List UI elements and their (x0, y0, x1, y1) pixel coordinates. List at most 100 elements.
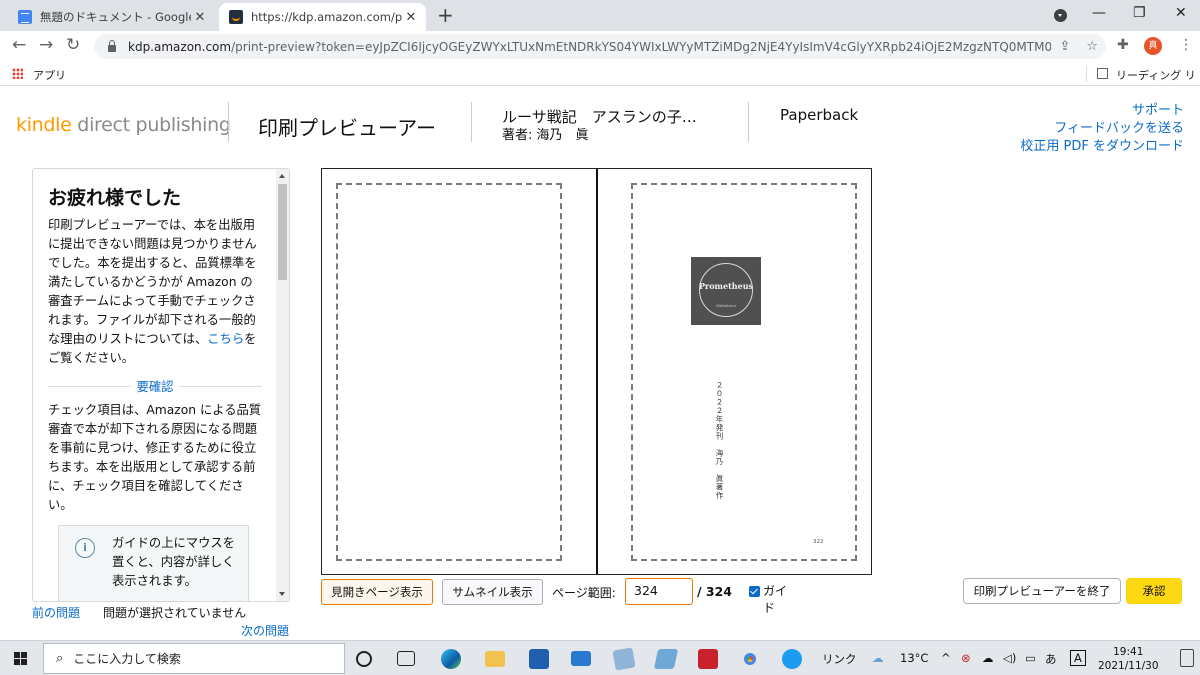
section-divider: 要確認 (48, 377, 262, 395)
guide-tip-box: i ガイドの上にマウスを置くと、内容が詳しく表示されます。 (58, 525, 249, 601)
apps-bookmark[interactable]: アプリ (33, 67, 66, 83)
search-placeholder: ここに入力して検索 (73, 652, 181, 666)
language-icon[interactable]: あ (1045, 651, 1057, 667)
reading-list-icon[interactable] (1097, 68, 1108, 79)
guide-checkbox-label[interactable]: ガイド (763, 583, 793, 617)
review-summary: 印刷プレビューアーでは、本を出版用に提出できない問題は見つかりませんでした。本を… (48, 218, 257, 365)
chrome-profile-menu-icon[interactable] (1054, 9, 1067, 22)
weather-icon[interactable]: ☁ (872, 651, 884, 665)
scrollbar-thumb[interactable] (278, 184, 287, 280)
temperature[interactable]: 13°C (900, 651, 928, 665)
kdp-header: kindle direct publishing 印刷プレビューアー ルーサ戦記… (0, 86, 1200, 168)
guide-checkbox[interactable] (749, 586, 760, 597)
chrome-icon[interactable] (740, 649, 760, 669)
apps-grid-icon[interactable] (12, 68, 23, 79)
header-links: サポート フィードバックを送る 校正用 PDF をダウンロード (1020, 102, 1184, 156)
colophon-text: ２０２２年発刊 海乃 眞著作 (715, 381, 724, 500)
right-page-guide[interactable] (631, 183, 857, 561)
show-hidden-icons-icon[interactable]: ^ (941, 651, 951, 665)
page-range-label: ページ範囲: (552, 586, 616, 600)
support-link[interactable]: サポート (1020, 102, 1184, 120)
page-gutter (596, 169, 598, 574)
left-page-guide[interactable] (336, 183, 562, 561)
tab-title: 無題のドキュメント - Google ドキュメ (40, 10, 191, 24)
page-title: 印刷プレビューアー (258, 116, 436, 140)
share-icon[interactable]: ⇪ (1059, 39, 1070, 54)
amazon-icon (229, 10, 243, 24)
chrome-menu-icon[interactable]: ⋮ (1179, 37, 1193, 53)
page-range-input[interactable]: 324 (625, 578, 693, 605)
tab-google-docs[interactable]: 無題のドキュメント - Google ドキュメ ✕ (8, 3, 215, 31)
logo-subtext: Bibliotheca (716, 304, 736, 308)
check-description: チェック項目は、Amazon による品質審査で本が却下される原因になる問題を事前… (48, 403, 262, 512)
cortana-icon[interactable] (356, 651, 372, 667)
lock-icon (108, 40, 116, 52)
sidebar-scrollbar[interactable] (276, 169, 289, 601)
minimize-icon[interactable]: — (1092, 5, 1106, 21)
extensions-icon[interactable]: ✚ (1117, 37, 1129, 53)
address-bar[interactable]: kdp.amazon.com/print-preview?token=eyJpZ… (94, 34, 1106, 59)
file-explorer-icon[interactable] (485, 651, 505, 667)
book-format: Paperback (780, 106, 859, 124)
download-proof-link[interactable]: 校正用 PDF をダウンロード (1020, 138, 1184, 156)
new-tab-button[interactable]: + (437, 4, 454, 26)
window-close-icon[interactable]: ✕ (1175, 5, 1187, 21)
app-red-icon[interactable] (698, 649, 718, 669)
issue-status: 問題が選択されていません (103, 606, 247, 620)
tab-title: https://kdp.amazon.com/print-pr (251, 10, 402, 24)
onedrive-icon[interactable]: ☁ (982, 651, 994, 665)
book-spread-preview[interactable]: Prometheus Bibliotheca ２０２２年発刊 海乃 眞著作 32… (321, 168, 872, 575)
bookmark-star-icon[interactable]: ☆ (1086, 39, 1098, 54)
bookmark-bar: アプリ リーディング リスト (0, 62, 1200, 98)
close-icon[interactable]: ✕ (191, 10, 209, 25)
volume-icon[interactable]: ◁) (1003, 651, 1016, 665)
thumbnail-view-button[interactable]: サムネイル表示 (442, 579, 543, 605)
restore-icon[interactable]: ❐ (1133, 5, 1146, 21)
feedback-link[interactable]: フィードバックを送る (1020, 120, 1184, 138)
previous-issue-link[interactable]: 前の問題 (32, 604, 80, 621)
google-docs-icon (18, 10, 32, 24)
publisher-logo: Prometheus Bibliotheca (691, 257, 761, 325)
back-icon[interactable]: ← (12, 35, 26, 55)
kdp-logo[interactable]: kindle direct publishing (16, 114, 231, 136)
info-icon: i (75, 538, 95, 558)
spread-view-button[interactable]: 見開きページ表示 (321, 579, 433, 605)
task-view-icon[interactable] (397, 651, 415, 666)
divider (748, 102, 749, 142)
windows-start-icon[interactable] (14, 652, 27, 665)
guide-tip-text: ガイドの上にマウスを置くと、内容が詳しく表示されます。 (112, 536, 235, 588)
taskbar-clock[interactable]: 19:41 2021/11/30 (1098, 645, 1159, 673)
network-icon[interactable]: ▭ (1025, 651, 1036, 665)
approve-button[interactable]: 承認 (1126, 578, 1182, 604)
store-icon[interactable] (529, 649, 549, 669)
close-icon[interactable]: ✕ (402, 10, 420, 25)
mail-icon[interactable] (571, 651, 591, 666)
exit-previewer-button[interactable]: 印刷プレビューアーを終了 (963, 578, 1121, 604)
divider (471, 102, 472, 142)
scroll-down-icon[interactable] (279, 592, 285, 596)
review-panel: お疲れ様でした 印刷プレビューアーでは、本を出版用に提出できない問題は見つかりま… (32, 168, 290, 602)
url-text: kdp.amazon.com/print-preview?token=eyJpZ… (128, 39, 1052, 54)
forward-icon[interactable]: → (39, 35, 53, 55)
divider (228, 102, 229, 142)
ime-mode-indicator[interactable]: A (1070, 650, 1086, 666)
link-toolbar[interactable]: リンク (822, 651, 857, 667)
page-number: 322 (813, 539, 824, 545)
clock-time: 19:41 (1113, 646, 1144, 658)
tab-kdp[interactable]: https://kdp.amazon.com/print-pr ✕ (219, 3, 426, 31)
rejection-reasons-link[interactable]: こちら (207, 332, 244, 346)
section-label: 要確認 (130, 377, 180, 395)
next-issue-link[interactable]: 次の問題 (241, 622, 289, 639)
reload-icon[interactable]: ↻ (66, 35, 80, 55)
notifications-icon[interactable] (1180, 649, 1194, 667)
notepad-icon[interactable] (653, 649, 679, 669)
clock-date: 2021/11/30 (1098, 660, 1159, 672)
browser-toolbar: ← → ↻ kdp.amazon.com/print-preview?token… (0, 31, 1200, 62)
scroll-up-icon[interactable] (279, 174, 285, 178)
photos-icon[interactable] (612, 647, 636, 671)
security-alert-icon[interactable]: ⊗ (961, 651, 971, 665)
avatar[interactable]: 真 (1144, 37, 1162, 55)
edge-browser-icon[interactable] (441, 649, 461, 669)
taskbar-search-input[interactable]: ⌕ ここに入力して検索 (43, 643, 345, 674)
twitter-icon[interactable] (782, 649, 802, 669)
